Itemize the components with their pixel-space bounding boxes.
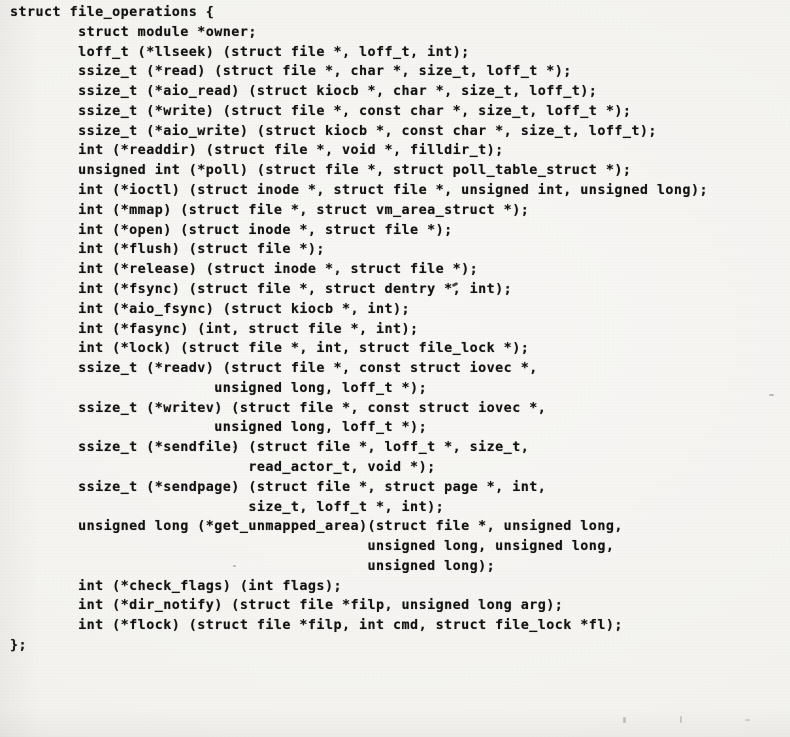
code-listing: struct file_operations { struct module *… (10, 5, 708, 653)
scan-artifact-speckle (769, 394, 774, 396)
scanned-page: struct file_operations { struct module *… (0, 0, 790, 737)
scan-artifact-speckle (745, 719, 750, 721)
scan-artifact-speckle (680, 716, 682, 723)
scan-artifact-speckle (623, 717, 626, 723)
